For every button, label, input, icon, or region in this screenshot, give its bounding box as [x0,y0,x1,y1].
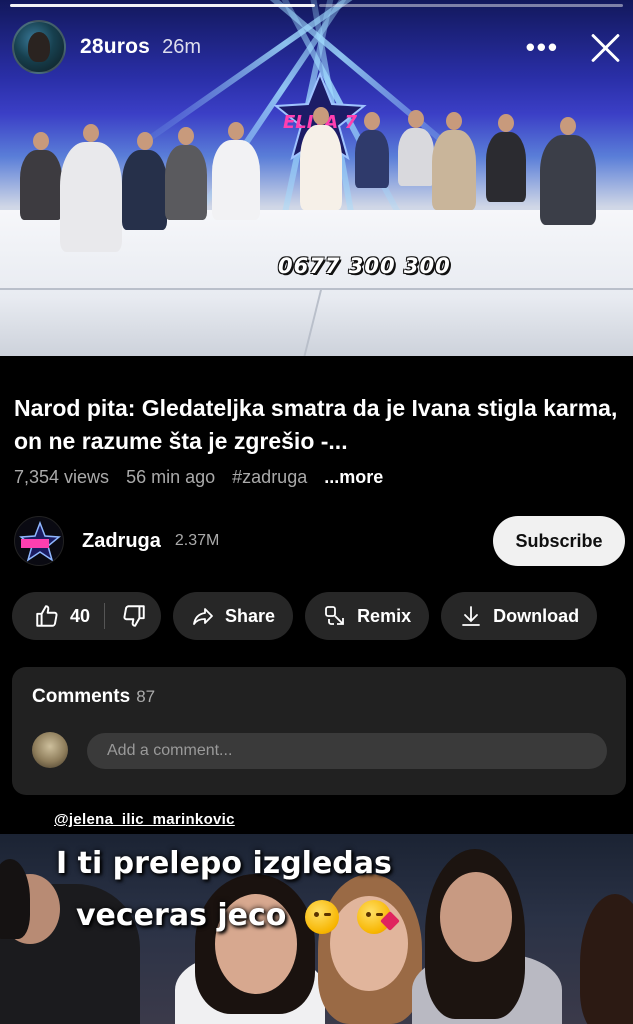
audience-person [165,127,207,220]
like-dislike-group: 40 [12,592,162,640]
audience-person [60,124,122,252]
remix-label: Remix [357,605,412,626]
ellipsis-icon[interactable]: ••• [526,32,559,63]
audience-person [122,132,167,230]
comment-input[interactable]: Add a comment... [87,733,607,769]
subscriber-count: 2.37M [174,532,220,549]
audience-person [300,107,342,210]
download-label: Download [493,605,580,626]
audience-person [432,112,476,210]
dislike-button[interactable] [121,603,147,629]
share-button[interactable]: Share [173,592,294,640]
avatar[interactable] [12,20,66,74]
video-meta: 7,354 views 56 min ago #zadruga ...more [14,467,395,488]
story-username[interactable]: 28uros [80,35,150,59]
audience-person [20,132,62,220]
progress-segment [318,4,623,7]
channel-row: Zadruga 2.37M Subscribe [14,515,625,567]
kiss-emoji-icon [357,899,401,934]
hashtag-link[interactable]: #zadruga [232,467,307,487]
channel-name[interactable]: Zadruga [82,530,161,553]
share-icon [193,608,213,625]
like-button[interactable]: 40 [34,603,90,629]
story-timestamp: 26m [162,35,201,58]
caption-line-2: veceras jeco [56,890,401,942]
remix-button[interactable]: Remix [305,592,430,640]
audience-person [212,122,260,220]
wink-emoji-icon [304,899,339,934]
phone-number-overlay: 0677 300 300 [278,254,451,278]
story-header: 28uros 26m ••• [12,18,623,76]
caption-line: I ti prelepo izgledas [56,846,392,881]
audience-person [486,114,526,202]
progress-segment [10,4,315,7]
audience-person [398,110,434,186]
subscribe-button[interactable]: Subscribe [493,516,625,566]
download-icon [462,606,480,626]
view-count: 7,354 views [14,467,110,487]
close-icon[interactable] [587,29,623,65]
audience-person [355,112,389,188]
thumbs-down-icon [123,605,145,627]
more-link[interactable]: ...more [324,467,383,487]
thumbs-up-icon [36,605,58,627]
comments-card[interactable]: Comments 87 Add a comment... [12,667,626,795]
comments-title: Comments [32,686,131,707]
comments-header: Comments 87 [32,686,155,708]
remix-icon [325,606,344,625]
like-count: 40 [70,605,91,626]
avatar [32,732,68,768]
audience-person [540,117,596,225]
action-bar: 40 Share Remix Download [12,592,598,640]
video-title[interactable]: Narod pita: Gledateljka smatra da je Iva… [14,392,619,458]
channel-avatar[interactable] [14,516,64,566]
upload-age: 56 min ago [126,467,216,487]
story-caption: I ti prelepo izgledas veceras jeco [56,838,401,942]
divider [104,603,106,629]
story-progress [10,4,623,7]
download-button[interactable]: Download [441,592,598,640]
comments-count: 87 [136,687,156,706]
share-label: Share [225,605,276,626]
mention-tag[interactable]: @jelena_ilic_marinkovic [54,811,235,828]
